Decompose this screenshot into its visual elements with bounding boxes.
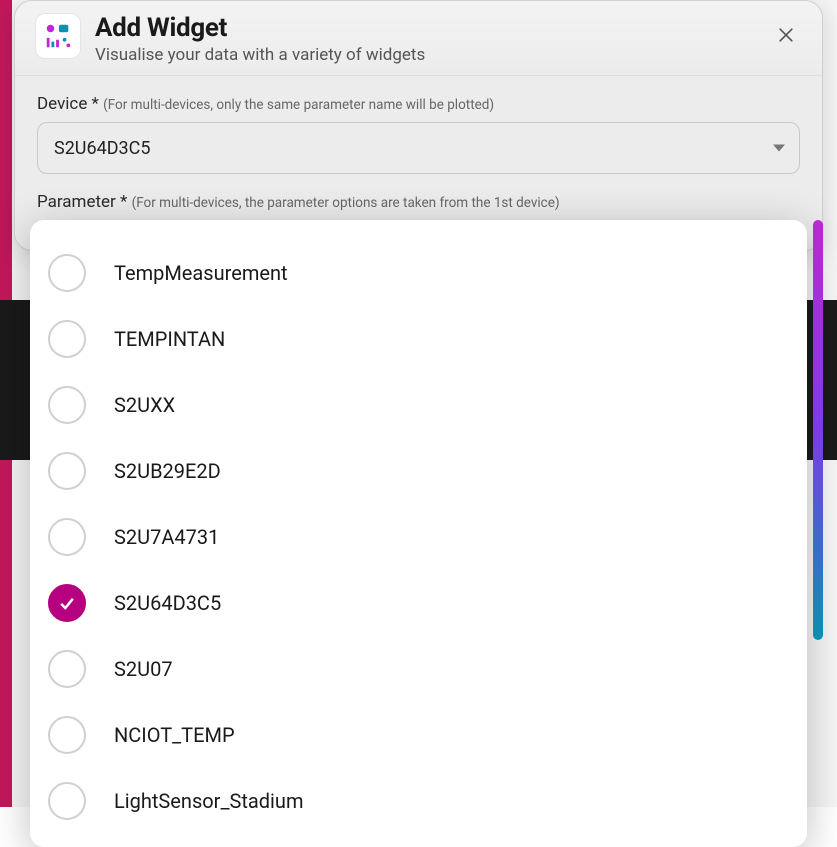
radio-icon[interactable] (48, 386, 86, 424)
radio-icon[interactable] (48, 782, 86, 820)
radio-icon[interactable] (48, 320, 86, 358)
modal-title: Add Widget (95, 13, 756, 43)
radio-icon[interactable] (48, 452, 86, 490)
device-dropdown-panel: TempMeasurement TEMPINTAN S2UXX S2UB29E2D S2… (30, 220, 807, 847)
modal-header: Add Widget Visualise your data with a va… (15, 1, 822, 76)
device-option-label: S2U7A4731 (114, 525, 219, 549)
device-label: Device * (For multi-devices, only the sa… (37, 94, 800, 114)
device-option[interactable]: S2UXX (40, 372, 797, 438)
parameter-label-text: Parameter * (37, 192, 127, 212)
close-button[interactable] (770, 19, 802, 51)
radio-selected-icon[interactable] (48, 584, 86, 622)
device-option-label: NCIOT_TEMP (114, 723, 235, 747)
device-option-label: S2UB29E2D (114, 459, 221, 483)
device-option[interactable]: S2U64D3C5 (40, 570, 797, 636)
modal-titles: Add Widget Visualise your data with a va… (95, 13, 756, 65)
modal-subtitle: Visualise your data with a variety of wi… (95, 45, 756, 65)
device-field: Device * (For multi-devices, only the sa… (37, 94, 800, 174)
device-option[interactable]: NCIOT_TEMP (40, 702, 797, 768)
device-option[interactable]: S2U7A4731 (40, 504, 797, 570)
add-widget-modal: Add Widget Visualise your data with a va… (14, 0, 823, 251)
device-option-label: S2U64D3C5 (114, 591, 221, 615)
device-option[interactable]: TEMPINTAN (40, 306, 797, 372)
widget-icon (35, 13, 81, 59)
parameter-label: Parameter * (For multi-devices, the para… (37, 192, 800, 212)
parameter-field: Parameter * (For multi-devices, the para… (37, 192, 800, 212)
parameter-hint: (For multi-devices, the parameter option… (132, 195, 560, 211)
device-option-label: S2UXX (114, 393, 175, 417)
scroll-accent (813, 220, 823, 640)
device-select[interactable]: S2U64D3C5 (37, 122, 800, 174)
device-option[interactable]: S2U07 (40, 636, 797, 702)
radio-icon[interactable] (48, 518, 86, 556)
device-hint: (For multi-devices, only the same parame… (103, 97, 494, 113)
device-option-label: S2U07 (114, 657, 173, 681)
device-option[interactable]: LightSensor_Stadium (40, 768, 797, 834)
chevron-down-icon (773, 145, 785, 152)
radio-icon[interactable] (48, 716, 86, 754)
radio-icon[interactable] (48, 254, 86, 292)
device-option[interactable]: TempMeasurement (40, 240, 797, 306)
device-option-label: TEMPINTAN (114, 327, 225, 351)
device-option-label: LightSensor_Stadium (114, 789, 303, 813)
device-option-label: TempMeasurement (114, 261, 288, 285)
device-selected-value: S2U64D3C5 (54, 138, 150, 159)
device-option[interactable]: S2UB29E2D (40, 438, 797, 504)
radio-icon[interactable] (48, 650, 86, 688)
device-label-text: Device * (37, 94, 99, 114)
